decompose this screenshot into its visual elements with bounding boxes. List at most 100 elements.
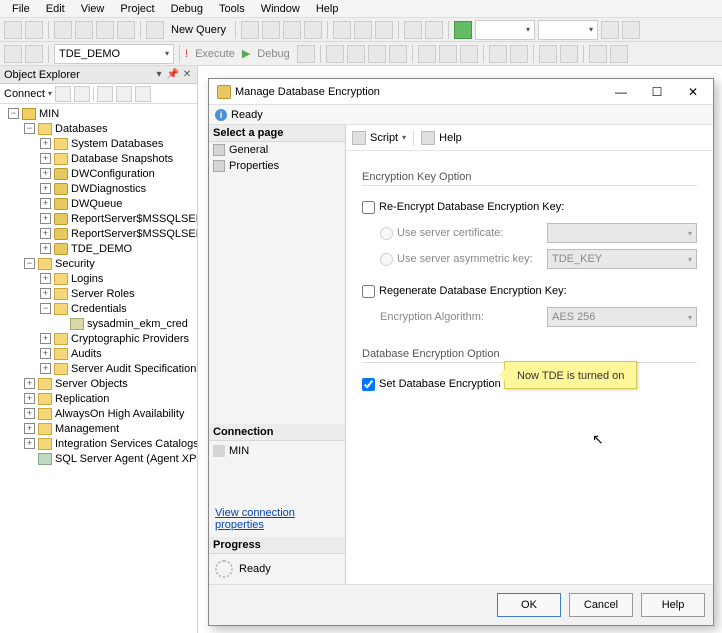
tree-node-management[interactable]: +Management <box>0 421 197 436</box>
tree-node-rs1[interactable]: +ReportServer$MSSQLSERVER <box>0 211 197 226</box>
paste-icon[interactable] <box>375 21 393 39</box>
toolbar-icon[interactable] <box>389 45 407 63</box>
tree-node-credentials[interactable]: −Credentials <box>0 301 197 316</box>
toolbar-icon[interactable] <box>347 45 365 63</box>
menu-tools[interactable]: Tools <box>211 2 253 15</box>
expand-icon[interactable]: + <box>40 213 51 224</box>
tree-node-logins[interactable]: +Logins <box>0 271 197 286</box>
chevron-down-icon[interactable]: ▾ <box>48 89 52 98</box>
toolbar-icon[interactable] <box>25 45 43 63</box>
tree-node-server[interactable]: −MIN <box>0 106 197 121</box>
help-icon[interactable] <box>421 131 435 145</box>
use-cert-radio[interactable]: Use server certificate: <box>380 227 547 240</box>
toolbar-icon[interactable] <box>304 21 322 39</box>
tree-node-dwdiag[interactable]: +DWDiagnostics <box>0 181 197 196</box>
cut-icon[interactable] <box>333 21 351 39</box>
expand-icon[interactable]: + <box>24 423 35 434</box>
menu-help[interactable]: Help <box>308 2 347 15</box>
stop-icon[interactable] <box>297 45 315 63</box>
collapse-icon[interactable]: − <box>24 123 35 134</box>
collapse-icon[interactable]: − <box>40 303 51 314</box>
parse-icon[interactable] <box>326 45 344 63</box>
page-general[interactable]: General <box>209 142 345 158</box>
open-icon[interactable] <box>75 21 93 39</box>
dropdown-icon[interactable]: ▾ <box>153 69 165 81</box>
regen-checkbox-input[interactable] <box>362 285 375 298</box>
ok-button[interactable]: OK <box>497 593 561 617</box>
toolbar-icon[interactable] <box>4 45 22 63</box>
toolbar-icon[interactable] <box>439 45 457 63</box>
pin-icon[interactable]: 📌 <box>167 69 179 81</box>
expand-icon[interactable]: + <box>40 288 51 299</box>
copy-icon[interactable] <box>354 21 372 39</box>
expand-icon[interactable]: + <box>24 408 35 419</box>
toolbar-icon[interactable] <box>622 21 640 39</box>
config-dropdown[interactable]: ▾ <box>475 20 535 40</box>
toolbar-icon[interactable] <box>262 21 280 39</box>
save-all-icon[interactable] <box>117 21 135 39</box>
toolbar-icon[interactable] <box>601 21 619 39</box>
expand-icon[interactable]: + <box>40 363 51 374</box>
toolbar-icon[interactable] <box>589 45 607 63</box>
database-dropdown[interactable]: TDE_DEMO▾ <box>54 44 174 64</box>
use-asym-radio[interactable]: Use server asymmetric key: <box>380 253 547 266</box>
toolbar-icon[interactable] <box>460 45 478 63</box>
execute-icon[interactable]: ! <box>185 48 188 60</box>
tree-node-sysdb[interactable]: +System Databases <box>0 136 197 151</box>
expand-icon[interactable]: + <box>40 273 51 284</box>
tree-node-audit-specs[interactable]: +Server Audit Specifications <box>0 361 197 376</box>
maximize-button[interactable]: ☐ <box>645 83 669 101</box>
help-button[interactable]: Help <box>439 132 462 144</box>
page-properties[interactable]: Properties <box>209 158 345 174</box>
menu-project[interactable]: Project <box>112 2 162 15</box>
new-project-icon[interactable] <box>54 21 72 39</box>
connect-button[interactable]: Connect <box>4 88 45 100</box>
new-query-button[interactable]: New Query <box>167 24 230 36</box>
tree-node-databases[interactable]: −Databases <box>0 121 197 136</box>
toolbar-icon[interactable] <box>135 86 151 102</box>
tree-node-server-objects[interactable]: +Server Objects <box>0 376 197 391</box>
chevron-down-icon[interactable]: ▾ <box>402 133 406 142</box>
view-connection-link[interactable]: View connection properties <box>209 501 345 537</box>
expand-icon[interactable]: + <box>40 228 51 239</box>
comment-icon[interactable] <box>489 45 507 63</box>
expand-icon[interactable]: + <box>40 183 51 194</box>
script-button[interactable]: Script <box>370 132 398 144</box>
minimize-button[interactable]: — <box>609 83 633 101</box>
toolbar-icon[interactable] <box>283 21 301 39</box>
tree-node-security[interactable]: −Security <box>0 256 197 271</box>
redo-icon[interactable] <box>425 21 443 39</box>
reencrypt-checkbox[interactable]: Re-Encrypt Database Encryption Key: <box>362 201 564 214</box>
expand-icon[interactable]: + <box>24 378 35 389</box>
config-dropdown2[interactable]: ▾ <box>538 20 598 40</box>
collapse-icon[interactable]: − <box>24 258 35 269</box>
filter-icon[interactable] <box>97 86 113 102</box>
expand-icon[interactable]: + <box>40 198 51 209</box>
toolbar-icon[interactable] <box>610 45 628 63</box>
tree-node-agent[interactable]: SQL Server Agent (Agent XPs disabl <box>0 451 197 466</box>
execute-button[interactable]: Execute <box>191 48 239 60</box>
indent-icon[interactable] <box>539 45 557 63</box>
menu-view[interactable]: View <box>73 2 113 15</box>
close-button[interactable]: ✕ <box>681 83 705 101</box>
expand-icon[interactable]: + <box>40 348 51 359</box>
uncomment-icon[interactable] <box>510 45 528 63</box>
reencrypt-checkbox-input[interactable] <box>362 201 375 214</box>
debug-icon[interactable]: ▶ <box>242 47 250 60</box>
tree-node-alwayson[interactable]: +AlwaysOn High Availability <box>0 406 197 421</box>
toolbar-icon[interactable] <box>418 45 436 63</box>
outdent-icon[interactable] <box>560 45 578 63</box>
expand-icon[interactable]: + <box>40 333 51 344</box>
cancel-button[interactable]: Cancel <box>569 593 633 617</box>
tree-node-dwconfig[interactable]: +DWConfiguration <box>0 166 197 181</box>
close-icon[interactable]: ✕ <box>181 69 193 81</box>
collapse-icon[interactable]: − <box>8 108 19 119</box>
nav-back-icon[interactable] <box>4 21 22 39</box>
refresh-icon[interactable] <box>116 86 132 102</box>
stop-icon[interactable] <box>74 86 90 102</box>
run-icon[interactable] <box>454 21 472 39</box>
tree-node-replication[interactable]: +Replication <box>0 391 197 406</box>
expand-icon[interactable]: + <box>24 438 35 449</box>
object-tree[interactable]: −MIN −Databases +System Databases +Datab… <box>0 104 197 633</box>
tree-node-serverroles[interactable]: +Server Roles <box>0 286 197 301</box>
